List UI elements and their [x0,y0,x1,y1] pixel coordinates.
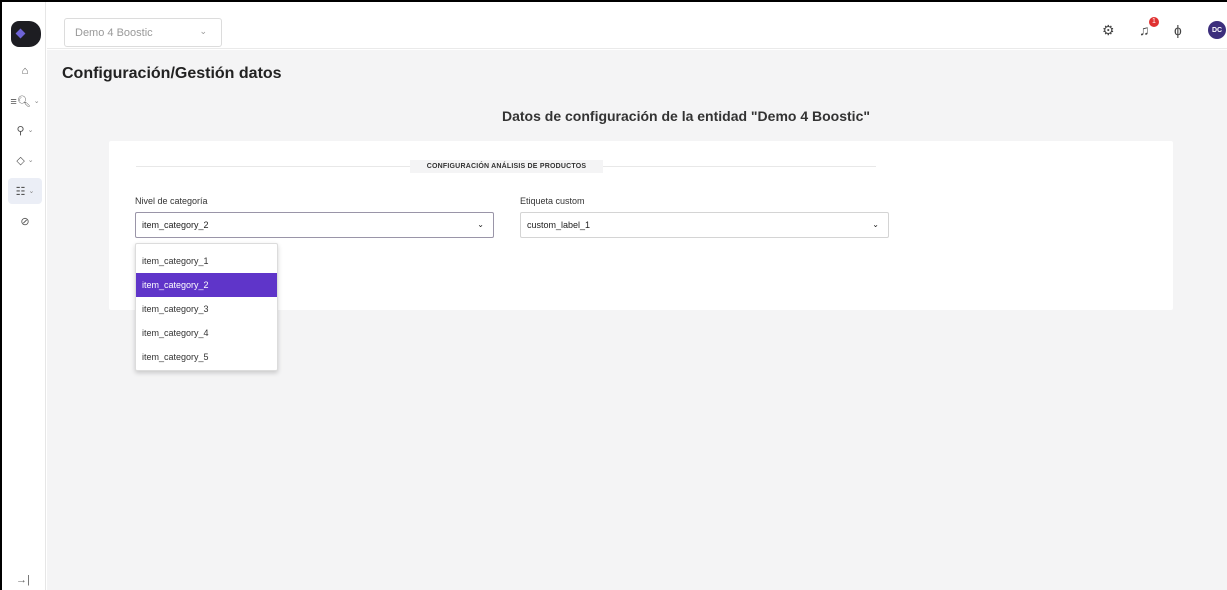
entity-select[interactable]: Demo 4 Boostic ⌄ [64,18,222,47]
chevron-down-icon: ⌄ [33,98,40,105]
chevron-down-icon: ⌄ [199,26,207,36]
home-icon[interactable]: ⌂ [8,58,42,84]
sidebar-item-tags[interactable]: ◇ ⌄ [8,147,42,173]
dropdown-option-selected[interactable]: item_category_2 [136,273,277,297]
app-logo[interactable] [11,21,41,47]
entity-select-value: Demo 4 Boostic [75,26,153,39]
section-title: CONFIGURACIÓN ANÁLISIS DE PRODUCTOS [410,160,603,173]
category-level-select[interactable]: item_category_2 ⌄ [135,212,494,238]
dropdown-option[interactable]: item_category_5 [136,345,277,369]
gear-icon[interactable]: ⚙ [1102,22,1115,39]
chevron-down-icon: ⌄ [27,127,34,134]
sidebar-item-search-list[interactable]: ≡🔍︎ ⌄ [8,88,42,114]
chevron-down-icon: ⌄ [27,157,34,164]
avatar[interactable]: DC [1208,21,1226,39]
custom-label-select[interactable]: custom_label_1 ⌄ [520,212,889,238]
sidebar: ⌂ ≡🔍︎ ⌄ ⚲ ⌄ ◇ ⌄ ☷ ⌄ ⊘ →| [2,2,46,590]
page-title: Configuración/Gestión datos [62,65,282,82]
custom-label-label: Etiqueta custom [520,196,585,206]
search-icon: ⚲ [16,124,25,137]
custom-label-value: custom_label_1 [527,220,591,230]
category-level-value: item_category_2 [142,220,209,230]
sidebar-item-search[interactable]: ⚲ ⌄ [8,117,42,143]
page-subtitle: Datos de configuración de la entidad "De… [502,108,870,124]
chevron-down-icon: ⌄ [28,188,35,195]
top-bar: Demo 4 Boostic ⌄ ⚙ ♫ 1 ɸ DC [47,2,1227,49]
chevron-down-icon: ⌄ [477,220,484,229]
dropdown-option[interactable]: item_category_3 [136,297,277,321]
gauge-icon[interactable]: ⊘ [8,208,42,234]
dropdown-option[interactable]: item_category_1 [136,249,277,273]
sidebar-item-settings[interactable]: ☷ ⌄ [8,178,42,204]
bell-icon[interactable]: ♫ [1139,22,1150,38]
search-list-icon: ≡🔍︎ [10,95,31,108]
expand-sidebar-icon[interactable]: →| [16,574,30,586]
category-level-dropdown: item_category_1 item_category_2 item_cat… [135,243,278,371]
category-level-label: Nivel de categoría [135,196,208,206]
plug-icon[interactable]: ɸ [1174,22,1182,38]
tag-icon: ◇ [16,154,25,167]
sliders-icon: ☷ [15,185,26,198]
notification-badge: 1 [1149,17,1159,27]
chevron-down-icon: ⌄ [872,220,879,229]
dropdown-option[interactable]: item_category_4 [136,321,277,345]
